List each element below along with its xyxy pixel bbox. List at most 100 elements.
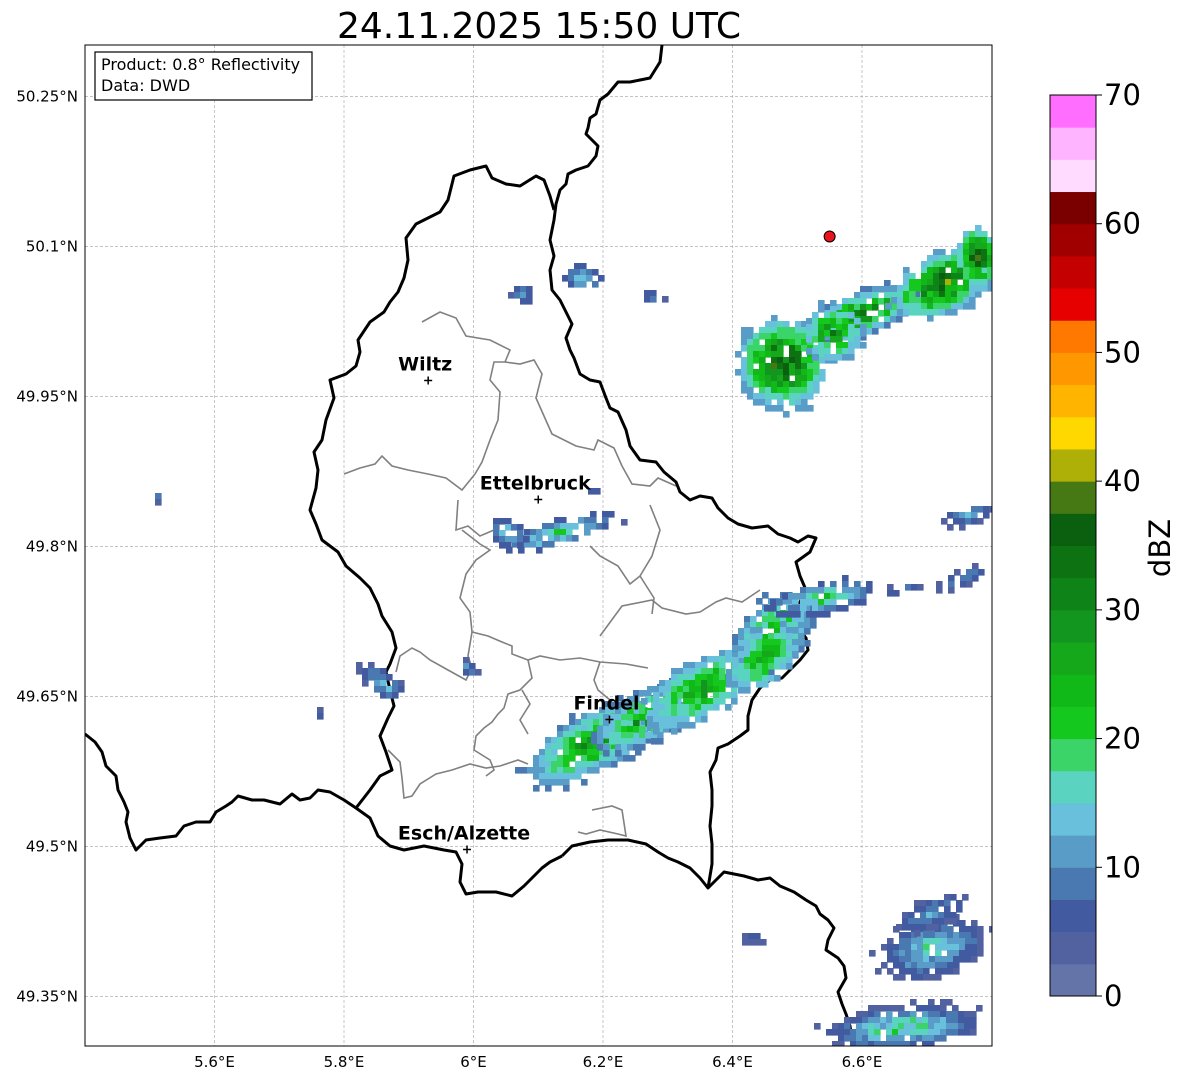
radar-pixel (759, 345, 766, 352)
radar-pixel (551, 755, 558, 762)
radar-pixel (701, 716, 708, 723)
radar-pixel (659, 686, 666, 693)
radar-pixel (987, 261, 992, 268)
radar-pixel (963, 249, 970, 256)
radar-pixel (824, 342, 831, 349)
radar-pixel (981, 249, 988, 256)
radar-pixel (836, 336, 843, 343)
radar-pixel (892, 1017, 899, 1024)
radar-pixel (959, 938, 966, 945)
radar-pixel (813, 387, 820, 394)
radar-pixel (812, 336, 819, 343)
radar-pixel (910, 1035, 917, 1042)
radar-pixel (838, 1041, 845, 1046)
radar-pixel (771, 375, 778, 382)
radar-pixel (566, 529, 573, 536)
radar-pixel (499, 518, 506, 525)
radar-pixel (586, 269, 593, 276)
radar-pixel (671, 668, 678, 675)
radar-pixel (683, 674, 690, 681)
radar-pixel (893, 974, 900, 981)
radar-pixel (605, 761, 612, 768)
radar-pixel (783, 321, 790, 328)
radar-pixel (677, 674, 684, 681)
radar-pixel (830, 318, 837, 325)
radar-pixel (903, 285, 910, 292)
radar-pixel (701, 656, 708, 663)
radar-pixel (713, 686, 720, 693)
radar-pixel (922, 1035, 929, 1042)
radar-pixel (633, 714, 640, 721)
radar-pixel (707, 674, 714, 681)
radar-pixel (938, 912, 945, 919)
radar-pixel (597, 738, 604, 745)
radar-pixel (948, 575, 955, 582)
radar-pixel (771, 327, 778, 334)
radar-pixel (957, 249, 964, 256)
radar-pixel (683, 704, 690, 711)
radar-pixel (928, 1041, 935, 1046)
radar-pixel (590, 523, 597, 530)
radar-pixel (783, 393, 790, 400)
radar-pixel (777, 357, 784, 364)
radar-pixel (780, 657, 787, 664)
radar-pixel (671, 674, 678, 681)
radar-pixel (947, 968, 954, 975)
radar-pixel (539, 761, 546, 768)
radar-pixel (753, 375, 760, 382)
radar-pixel (659, 716, 666, 723)
radar-pixel (941, 956, 948, 963)
radar-pixel (957, 303, 964, 310)
radar-pixel (569, 743, 576, 750)
radar-pixel (975, 291, 982, 298)
radar-pixel (665, 692, 672, 699)
colorbar-tick-label: 30 (1104, 593, 1141, 627)
radar-pixel (993, 267, 1000, 274)
radar-pixel (927, 273, 934, 280)
lon-tick-label: 6.2°E (583, 1053, 624, 1071)
colorbar-segments (1050, 95, 1096, 997)
radar-pixel (928, 1035, 935, 1042)
radar-pixel (842, 593, 849, 600)
radar-pixel (983, 512, 990, 519)
radar-pixel (850, 1035, 857, 1042)
radar-pixel (830, 354, 837, 361)
radar-pixel (862, 1011, 869, 1018)
radar-pixel (929, 974, 936, 981)
radar-pixel (524, 529, 531, 536)
radar-pixel (611, 761, 618, 768)
radar-pixel (899, 938, 906, 945)
radar-pixel (914, 918, 921, 925)
radar-pixel (356, 662, 363, 669)
radar-pixel (744, 639, 751, 646)
radar-pixel (910, 1041, 917, 1046)
radar-pixel (935, 938, 942, 945)
radar-pixel (886, 1017, 893, 1024)
radar-pixel (923, 962, 930, 969)
radar-pixel (750, 669, 757, 676)
radar-pixel (789, 363, 796, 370)
radar-pixel (914, 900, 921, 907)
radar-pixel (591, 732, 598, 739)
radar-pixel (633, 726, 640, 733)
radar-pixel (945, 273, 952, 280)
radar-pixel (756, 675, 763, 682)
radar-pixel (804, 628, 811, 635)
radar-pixel (621, 738, 628, 745)
radar-pixel (951, 279, 958, 286)
radar-pixel (976, 1005, 983, 1012)
radar-pixel (927, 261, 934, 268)
radar-pixel (380, 674, 387, 681)
radar-pixel (935, 932, 942, 939)
radar-pixel (701, 704, 708, 711)
colorbar-tick-label: 60 (1104, 207, 1141, 241)
radar-pixel (533, 761, 540, 768)
radar-pixel (563, 743, 570, 750)
radar-pixel (563, 749, 570, 756)
radar-pixel (903, 279, 910, 286)
radar-pixel (963, 267, 970, 274)
radar-pixel (959, 512, 966, 519)
radar-pixel (701, 686, 708, 693)
radar-pixel (939, 273, 946, 280)
radar-pixel (539, 779, 546, 786)
